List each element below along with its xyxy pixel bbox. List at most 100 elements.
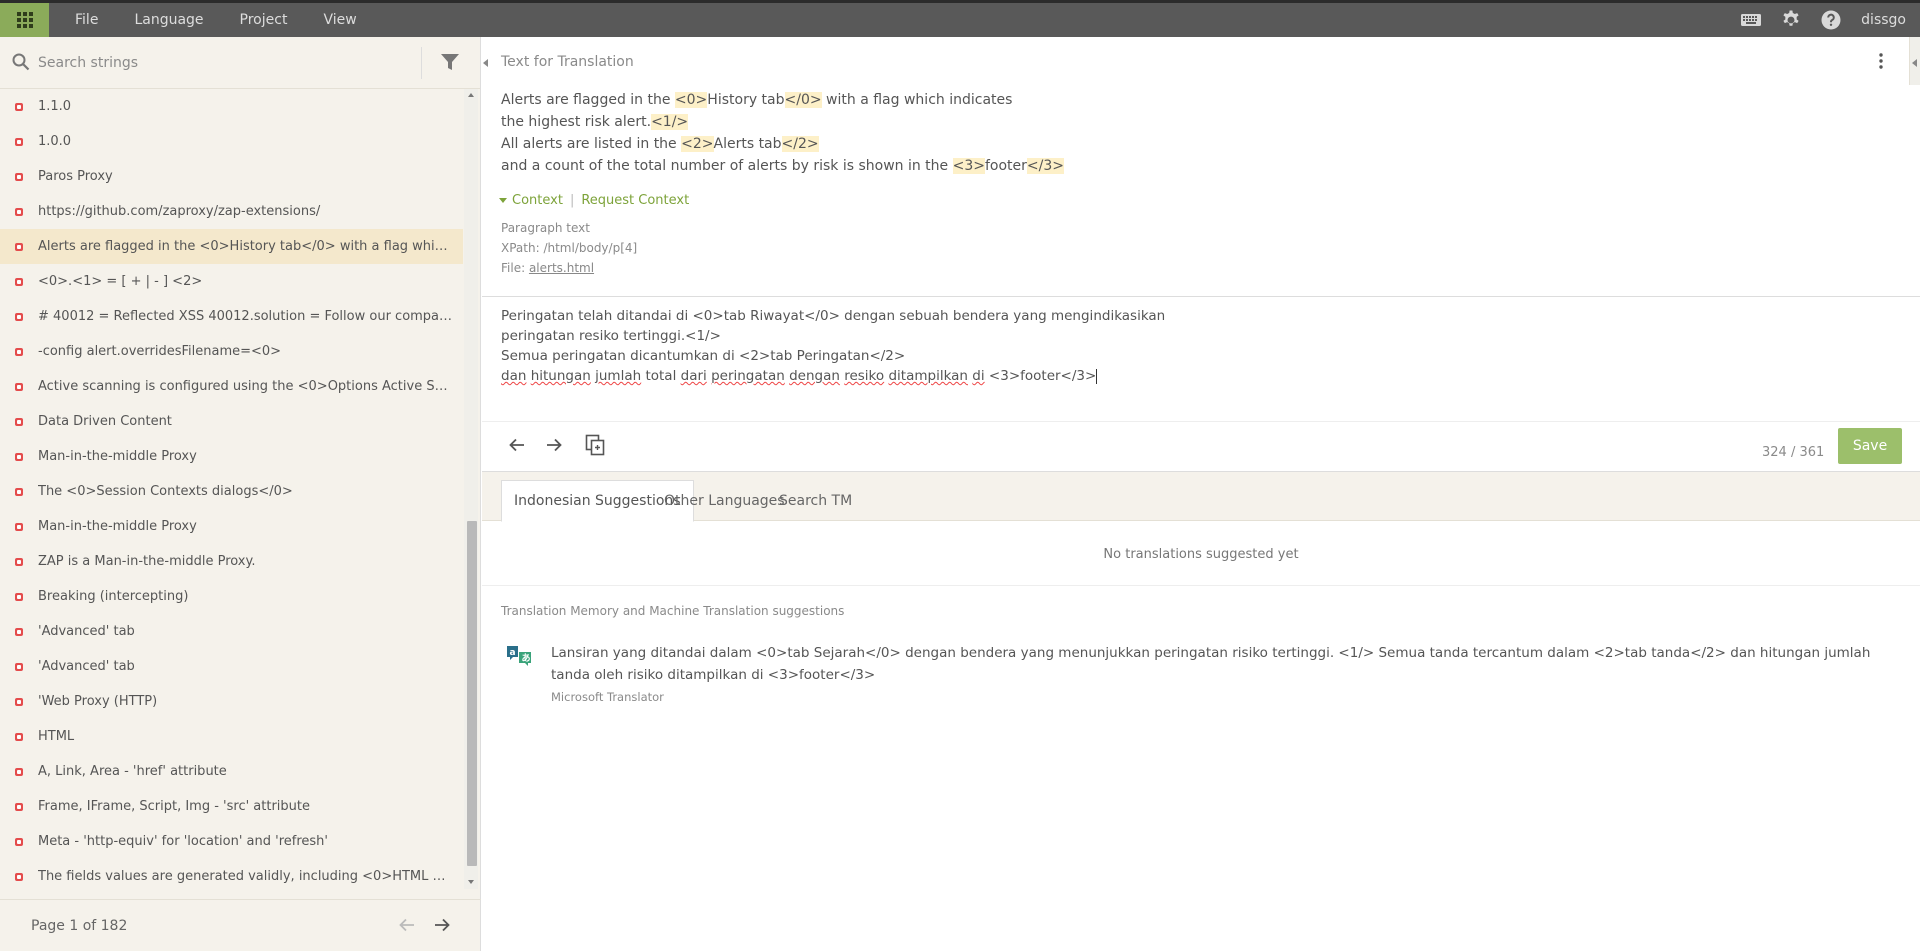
collapse-right-arrow[interactable]: [1912, 59, 1917, 67]
list-item-text: Frame, IFrame, Script, Img - 'src' attri…: [38, 799, 311, 814]
search-icon: [12, 53, 30, 71]
list-item[interactable]: Frame, IFrame, Script, Img - 'src' attri…: [0, 789, 463, 824]
menu-file[interactable]: File: [49, 3, 116, 37]
collapse-left-arrow[interactable]: [483, 59, 488, 67]
list-item[interactable]: Data Driven Content: [0, 404, 463, 439]
untranslated-status-icon: [15, 803, 23, 811]
context-file-link[interactable]: alerts.html: [529, 261, 594, 275]
source-line: and a count of the total number of alert…: [501, 155, 1881, 177]
gear-icon: [1783, 10, 1799, 26]
scroll-up-arrow[interactable]: [468, 93, 474, 97]
list-item[interactable]: # 40012 = Reflected XSS 40012.solution =…: [0, 299, 463, 334]
help-icon: [1821, 10, 1841, 30]
untranslated-status-icon: [15, 488, 23, 496]
tm-header: Translation Memory and Machine Translati…: [501, 604, 845, 618]
list-item-text: Meta - 'http-equiv' for 'location' and '…: [38, 834, 328, 849]
list-item[interactable]: A, Link, Area - 'href' attribute: [0, 754, 463, 789]
search-input[interactable]: [38, 51, 408, 75]
translation-textarea[interactable]: Peringatan telah ditandai di <0>tab Riwa…: [501, 306, 1881, 386]
source-header: Text for Translation: [501, 54, 634, 70]
mt-source-label: Microsoft Translator: [551, 690, 664, 704]
source-tag: <0>: [674, 92, 708, 108]
untranslated-status-icon: [15, 348, 23, 356]
suggestions-tabs: Indonesian Suggestions Other Languages S…: [482, 471, 1920, 522]
filter-icon[interactable]: [440, 52, 460, 72]
svg-text:a: a: [510, 648, 516, 658]
list-item[interactable]: Active scanning is configured using the …: [0, 369, 463, 404]
help-button[interactable]: [1811, 3, 1851, 37]
divider: [482, 296, 1920, 297]
arrow-right-icon[interactable]: [545, 436, 563, 454]
source-line: Alerts are flagged in the <0>History tab…: [501, 89, 1881, 111]
untranslated-status-icon: [15, 628, 23, 636]
list-item[interactable]: Meta - 'http-equiv' for 'location' and '…: [0, 824, 463, 859]
context-details: Paragraph text XPath: /html/body/p[4] Fi…: [501, 218, 637, 278]
list-item[interactable]: Paros Proxy: [0, 159, 463, 194]
list-item-text: https://github.com/zaproxy/zap-extension…: [38, 204, 321, 219]
list-item[interactable]: The <0>Session Contexts dialogs</0>: [0, 474, 463, 509]
save-button[interactable]: Save: [1838, 428, 1902, 464]
strings-scrollbar[interactable]: [464, 89, 478, 889]
context-separator: |: [569, 193, 575, 208]
menu-view[interactable]: View: [305, 3, 374, 37]
source-line: All alerts are listed in the <2>Alerts t…: [501, 133, 1881, 155]
list-item-text: Paros Proxy: [38, 169, 113, 184]
misspelled-word: jumlah: [595, 368, 642, 384]
prev-page-icon[interactable]: [398, 916, 416, 934]
menu-language[interactable]: Language: [116, 3, 221, 37]
list-item[interactable]: ZAP is a Man-in-the-middle Proxy.: [0, 544, 463, 579]
context-row: Context | Request Context: [499, 193, 689, 208]
list-item[interactable]: Man-in-the-middle Proxy: [0, 439, 463, 474]
list-item[interactable]: 1.0.0: [0, 124, 463, 159]
keyboard-shortcuts-button[interactable]: [1731, 3, 1771, 37]
keyboard-icon: [1741, 14, 1762, 26]
list-item[interactable]: https://github.com/zaproxy/zap-extension…: [0, 194, 463, 229]
username[interactable]: dissgo: [1851, 12, 1920, 28]
untranslated-status-icon: [15, 733, 23, 741]
context-file: File: alerts.html: [501, 258, 637, 278]
source-segment: the highest risk alert.: [501, 114, 652, 130]
list-item-text: 'Web Proxy (HTTP): [38, 694, 158, 709]
kebab-menu-icon[interactable]: [1879, 53, 1883, 69]
list-item[interactable]: HTML: [0, 719, 463, 754]
settings-button[interactable]: [1771, 3, 1811, 37]
caret-down-icon[interactable]: [499, 198, 507, 203]
apps-grid-button[interactable]: [0, 3, 49, 37]
arrow-left-icon[interactable]: [508, 436, 526, 454]
mt-suggestion-text[interactable]: Lansiran yang ditandai dalam <0>tab Seja…: [551, 642, 1901, 686]
svg-text:あ: あ: [522, 653, 531, 664]
untranslated-status-icon: [15, 453, 23, 461]
list-item[interactable]: 'Advanced' tab: [0, 649, 463, 684]
menu-project[interactable]: Project: [222, 3, 306, 37]
context-toggle[interactable]: Context: [512, 193, 563, 208]
untranslated-status-icon: [15, 138, 23, 146]
list-item[interactable]: 'Web Proxy (HTTP): [0, 684, 463, 719]
untranslated-status-icon: [15, 558, 23, 566]
tab-search-tm[interactable]: Search TM: [767, 480, 864, 522]
next-page-icon[interactable]: [433, 916, 451, 934]
misspelled-word: di: [972, 368, 985, 384]
request-context-link[interactable]: Request Context: [581, 193, 689, 208]
copy-source-icon[interactable]: [585, 434, 605, 456]
scroll-down-arrow[interactable]: [468, 880, 474, 884]
list-item[interactable]: The fields values are generated validly,…: [0, 859, 463, 889]
list-item-text: The <0>Session Contexts dialogs</0>: [38, 484, 293, 499]
list-item-text: Data Driven Content: [38, 414, 172, 429]
list-item[interactable]: Breaking (intercepting): [0, 579, 463, 614]
list-item[interactable]: Alerts are flagged in the <0>History tab…: [0, 229, 463, 264]
source-tag: </3>: [1026, 158, 1064, 174]
right-panel-toggle[interactable]: [1909, 37, 1920, 85]
list-item[interactable]: Man-in-the-middle Proxy: [0, 509, 463, 544]
strings-panel: 1.1.0 1.0.0 Paros Proxy https://github.com/…: [0, 37, 481, 951]
list-item[interactable]: 1.1.0: [0, 89, 463, 124]
top-menu-bar: File Language Project View dissgo: [0, 0, 1920, 37]
source-segment: footer: [984, 158, 1027, 174]
list-item[interactable]: 'Advanced' tab: [0, 614, 463, 649]
list-item[interactable]: <0>.<1> = [ + | - ] <2>: [0, 264, 463, 299]
untranslated-status-icon: [15, 418, 23, 426]
list-item[interactable]: -config alert.overridesFilename=<0>: [0, 334, 463, 369]
list-item-text: 1.1.0: [38, 99, 72, 114]
untranslated-status-icon: [15, 278, 23, 286]
scroll-thumb[interactable]: [467, 521, 477, 866]
context-file-label: File:: [501, 261, 529, 275]
